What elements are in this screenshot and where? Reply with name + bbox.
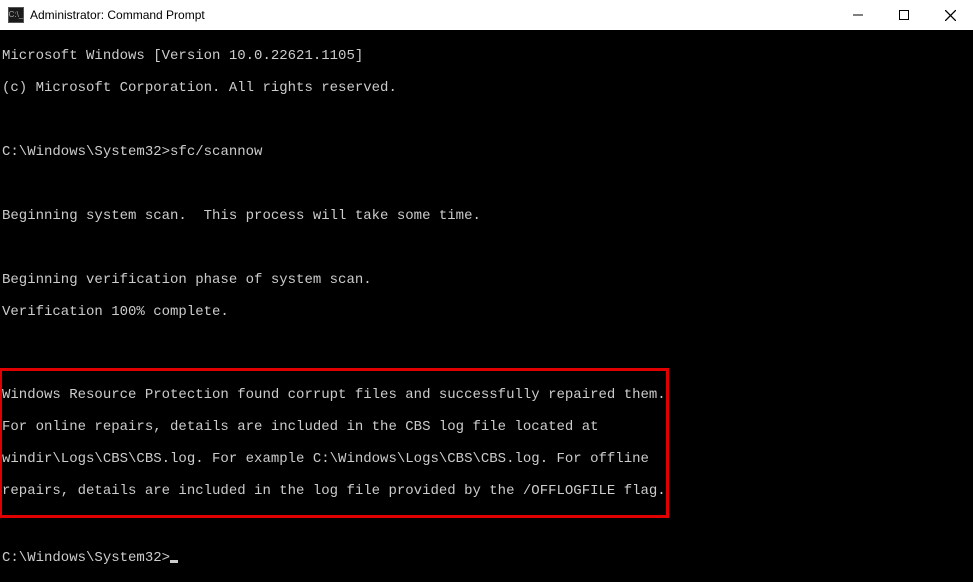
command-text: sfc/scannow xyxy=(170,144,262,160)
prompt-path: C:\Windows\System32> xyxy=(2,144,170,160)
blank-line xyxy=(2,240,971,256)
cmd-icon: C:\_ xyxy=(8,7,24,23)
blank-line xyxy=(2,176,971,192)
terminal-area[interactable]: Microsoft Windows [Version 10.0.22621.11… xyxy=(0,30,973,506)
title-bar: C:\_ Administrator: Command Prompt xyxy=(0,0,973,30)
output-line: Microsoft Windows [Version 10.0.22621.11… xyxy=(2,48,971,64)
close-button[interactable] xyxy=(927,0,973,30)
window-title: Administrator: Command Prompt xyxy=(30,7,205,23)
minimize-button[interactable] xyxy=(835,0,881,30)
output-line: Beginning system scan. This process will… xyxy=(2,208,971,224)
output-line: Verification 100% complete. xyxy=(2,304,971,320)
blank-line xyxy=(2,518,971,534)
prompt-line: C:\Windows\System32>sfc/scannow xyxy=(2,144,971,160)
output-line: (c) Microsoft Corporation. All rights re… xyxy=(2,80,971,96)
prompt-path: C:\Windows\System32> xyxy=(2,550,170,566)
cursor xyxy=(170,560,178,563)
result-line: For online repairs, details are included… xyxy=(2,419,666,435)
result-line: windir\Logs\CBS\CBS.log. For example C:\… xyxy=(2,451,666,467)
result-line: repairs, details are included in the log… xyxy=(2,483,666,499)
result-line: Windows Resource Protection found corrup… xyxy=(2,387,666,403)
window-controls xyxy=(835,0,973,30)
blank-line xyxy=(2,336,971,352)
prompt-line: C:\Windows\System32> xyxy=(2,550,971,566)
highlighted-result: Windows Resource Protection found corrup… xyxy=(0,368,669,518)
blank-line xyxy=(2,112,971,128)
output-line: Beginning verification phase of system s… xyxy=(2,272,971,288)
maximize-button[interactable] xyxy=(881,0,927,30)
